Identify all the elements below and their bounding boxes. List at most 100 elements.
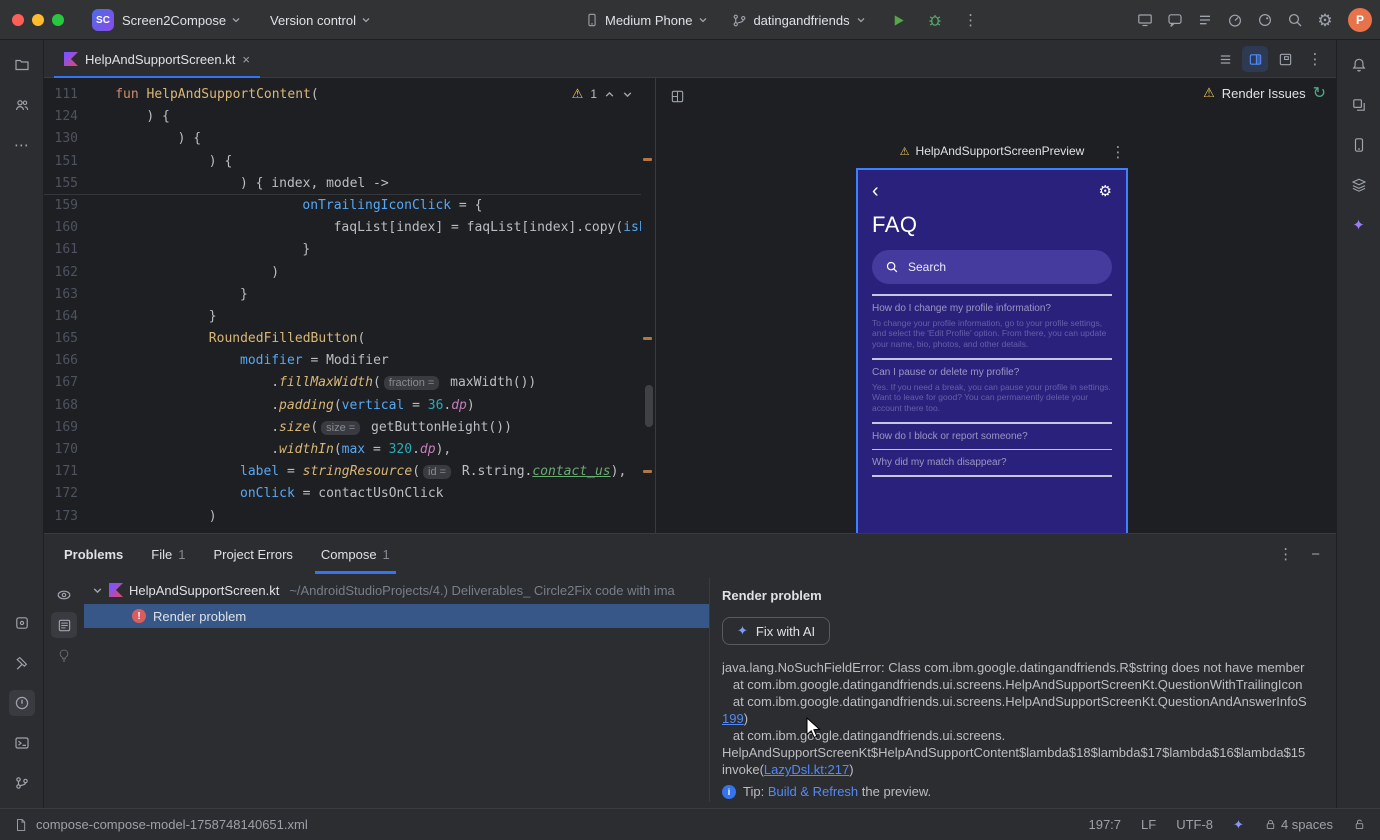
code-line[interactable]: 130) { [44,128,641,150]
notifications-button[interactable] [1346,52,1372,78]
editor-scrollbar[interactable] [645,385,653,427]
device-mirror-button[interactable] [1132,7,1158,33]
details-view-button[interactable] [51,612,77,638]
code-line[interactable]: 172 onClick = contactUsOnClick [44,483,641,505]
close-window-button[interactable] [12,14,24,26]
faq-question[interactable]: How do I change my profile information? [872,303,1112,314]
preview-layout-button[interactable] [664,83,690,109]
code-line[interactable]: 173) [44,506,641,528]
editor-float-button[interactable] [1272,46,1298,72]
close-tab-icon[interactable]: × [242,52,250,67]
preview-toggle-button[interactable] [51,582,77,608]
maximize-window-button[interactable] [52,14,64,26]
faq-search-bar[interactable]: Search [872,250,1112,284]
resource-manager-button[interactable] [1346,92,1372,118]
more-actions-button[interactable]: ⋮ [958,7,984,33]
minimize-window-button[interactable] [32,14,44,26]
gradle-sync-button[interactable] [1252,7,1278,33]
panel-options-button[interactable]: ⋮ [1278,545,1293,563]
split-preview-button[interactable] [1242,46,1268,72]
code-line[interactable]: 162) [44,262,641,284]
code-line[interactable]: 171 label = stringResource(id = R.string.… [44,461,641,483]
commit-tool-button[interactable] [9,610,35,636]
problems-tool-button[interactable] [9,690,35,716]
inspection-widget[interactable]: ⚠ 1 [572,86,633,102]
more-tool-windows-button[interactable]: ⋯ [9,132,35,158]
code-line[interactable]: 159 onTrailingIconClick = { [44,195,641,217]
editor-list-view-button[interactable] [1212,46,1238,72]
warning-stripe-mark[interactable] [643,158,652,161]
code-line[interactable]: 161} [44,239,641,261]
settings-button[interactable]: ⚙ [1312,7,1338,33]
debug-button[interactable] [922,7,948,33]
code-line[interactable]: 170 .widthIn(max = 320.dp), [44,439,641,461]
search-everywhere-button[interactable] [1282,7,1308,33]
file-encoding[interactable]: UTF-8 [1176,817,1213,832]
terminal-tool-button[interactable] [9,730,35,756]
build-tool-button[interactable] [9,650,35,676]
code-line[interactable]: 163} [44,284,641,306]
code-line[interactable]: 151) { [44,151,641,173]
code-editor[interactable]: 111 fun HelpAndSupportContent(124) {130) … [44,78,655,533]
preview-title[interactable]: ⚠ HelpAndSupportScreenPreview [856,144,1128,158]
device-manager-button[interactable] [1346,132,1372,158]
fix-with-ai-button[interactable]: ✦ Fix with AI [722,617,831,645]
render-issues-widget[interactable]: ⚠ Render Issues ↻ [1203,83,1326,103]
indent-setting[interactable]: 4 spaces [1264,817,1333,832]
warning-stripe-mark[interactable] [643,337,652,340]
user-avatar[interactable]: P [1348,8,1372,32]
lock-open-icon[interactable] [1353,818,1366,831]
trace-link[interactable]: 199 [722,711,744,726]
line-ending[interactable]: LF [1141,817,1156,832]
gear-icon[interactable]: ⚙ [1099,182,1112,200]
run-button[interactable] [886,7,912,33]
build-refresh-link[interactable]: Build & Refresh [768,784,858,799]
status-file-name[interactable]: compose-compose-model-1758748140651.xml [36,817,308,832]
panel-tab-file[interactable]: File 1 [151,534,185,574]
vcs-branch-widget[interactable]: datingandfriends [732,13,865,28]
ai-assistant-button[interactable] [1162,7,1188,33]
todo-structure-button[interactable] [1192,7,1218,33]
faq-question[interactable]: Why did my match disappear? [872,457,1112,468]
trace-line: java.lang.NoSuchFieldError: Class com.ib… [722,660,1305,675]
code-line[interactable]: 165 RoundedFilledButton( [44,328,641,350]
code-line[interactable]: 111 fun HelpAndSupportContent( [44,84,641,106]
ai-status-icon[interactable]: ✦ [1233,817,1244,833]
refresh-icon[interactable]: ↻ [1313,83,1326,103]
editor-options-button[interactable]: ⋮ [1302,46,1328,72]
code-line[interactable]: 166 modifier = Modifier [44,350,641,372]
faq-question[interactable]: Can I pause or delete my profile? [872,367,1112,378]
code-line[interactable]: 164} [44,306,641,328]
gemini-button[interactable]: ✦ [1346,212,1372,238]
project-tool-button[interactable] [9,52,35,78]
back-chevron-icon[interactable]: ‹ [872,181,879,201]
code-line[interactable]: 160 faqList[index] = faqList[index].copy(… [44,217,641,239]
editor-tab[interactable]: HelpAndSupportScreen.kt × [54,40,260,79]
quickfix-bulb-button[interactable] [51,642,77,668]
tree-issue-row-selected[interactable]: ! Render problem [84,604,709,628]
panel-minimize-button[interactable]: − [1311,546,1320,563]
code-line[interactable]: 169 .size(size = getButtonHeight()) [44,417,641,439]
project-menu[interactable]: Screen2Compose [122,0,241,40]
code-line[interactable]: 168 .padding(vertical = 36.dp) [44,395,641,417]
warning-stripe-mark[interactable] [643,470,652,473]
preview-options-button[interactable]: ⋮ [1108,142,1128,162]
trace-link[interactable]: LazyDsl.kt:217 [764,762,849,777]
chevron-down-icon [232,18,240,23]
caret-position[interactable]: 197:7 [1088,817,1121,832]
code-line[interactable]: 167 .fillMaxWidth(fraction = maxWidth()) [44,372,641,394]
tree-file-row[interactable]: HelpAndSupportScreen.kt ~/AndroidStudioP… [84,578,709,602]
panel-tab-compose[interactable]: Compose 1 [314,534,396,574]
device-selector[interactable]: Medium Phone [585,12,708,28]
next-issue-icon[interactable] [622,89,633,100]
code-line[interactable]: 155) { index, model -> [44,173,641,195]
version-control-menu[interactable]: Version control [270,0,371,40]
layout-inspector-button[interactable] [1346,172,1372,198]
code-line[interactable]: 124) { [44,106,641,128]
version-control-tool-button[interactable] [9,770,35,796]
community-tool-button[interactable] [9,92,35,118]
profiler-button[interactable] [1222,7,1248,33]
faq-question[interactable]: How do I block or report someone? [872,431,1112,442]
panel-tab-project-errors[interactable]: Project Errors [213,534,292,574]
prev-issue-icon[interactable] [604,89,615,100]
